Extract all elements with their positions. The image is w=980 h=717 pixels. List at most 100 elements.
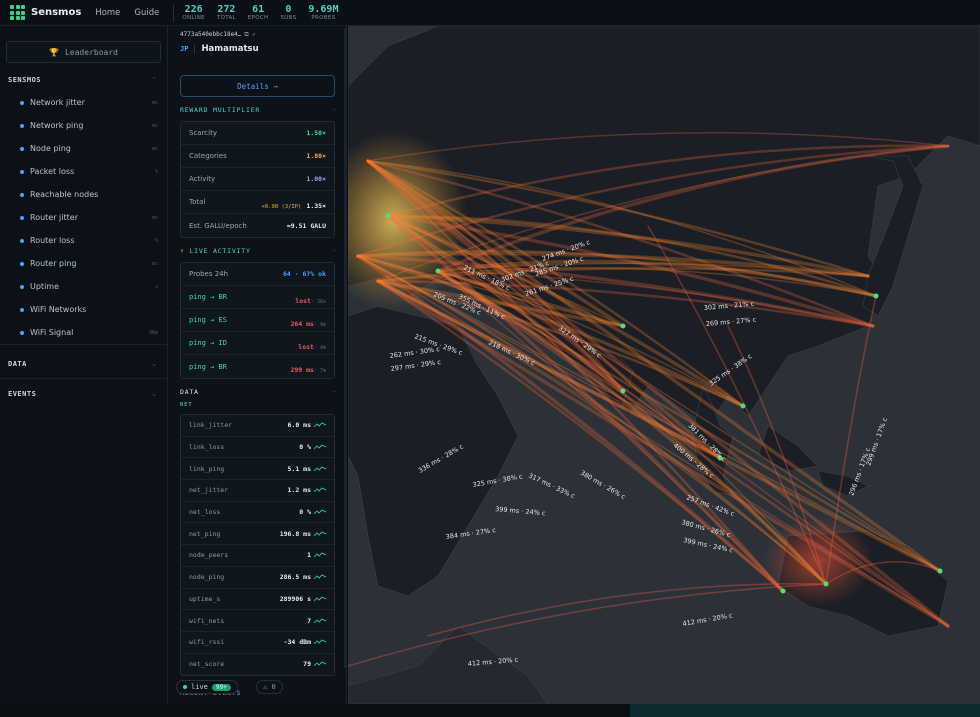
- sidebar-item-network-jitter[interactable]: Network jitter ms: [0, 91, 168, 114]
- sparkline-icon: [314, 661, 326, 667]
- leaderboard-button[interactable]: 🏆 Leaderboard: [6, 41, 161, 63]
- data-row-net-ping[interactable]: net_ping 196.8 ms: [181, 523, 334, 546]
- node-marker[interactable]: [620, 323, 626, 329]
- data-row-net-score[interactable]: net_score 79: [181, 654, 334, 676]
- data-row-node-peers[interactable]: node_peers 1: [181, 545, 334, 567]
- ping-row[interactable]: ping → BR 299 ms· 7m: [181, 355, 334, 378]
- data-row-uptime-s[interactable]: uptime_s 289906 s: [181, 589, 334, 611]
- data-row-link-jitter[interactable]: link_jitter 6.0 ms: [181, 415, 334, 437]
- data-row-net-loss[interactable]: net_loss 0 %: [181, 502, 334, 524]
- node-marker[interactable]: [435, 268, 441, 274]
- sparkline-icon: [314, 466, 326, 472]
- node-marker[interactable]: [740, 403, 746, 409]
- arc-latency-label: 399 ms · 24% c: [683, 536, 734, 554]
- copy-icon[interactable]: ⧉: [244, 31, 248, 38]
- reward-card: Scarcity 1.50× Categories 1.80× Activity 1.…: [180, 121, 335, 238]
- sidebar-item-router-ping[interactable]: Router ping ms: [0, 252, 168, 275]
- reward-row-estimate: Est. GALU/epoch ≈9.51 GALU: [189, 221, 326, 230]
- section-sensmos[interactable]: SENSMOS: [8, 76, 41, 84]
- node-marker[interactable]: [823, 581, 829, 587]
- land-masses: [348, 26, 980, 704]
- collapse-icon[interactable]: –: [333, 106, 336, 113]
- section-events[interactable]: EVENTS: [8, 390, 36, 398]
- nav-divider: [173, 3, 175, 22]
- stat-epoch: 61 EPOCH: [247, 3, 269, 21]
- metric-list: Network jitter ms Network ping ms Node pin…: [0, 91, 168, 344]
- ping-row[interactable]: ping → BR lost· 36s: [181, 286, 334, 309]
- collapse-icon[interactable]: –: [333, 388, 336, 395]
- node-marker[interactable]: [385, 213, 391, 219]
- chevron-down-icon[interactable]: ⌄: [151, 390, 157, 398]
- data-row-link-ping[interactable]: link_ping 5.1 ms: [181, 458, 334, 481]
- ping-row[interactable]: ping → ID lost· 4m: [181, 332, 334, 355]
- arc-latency-label: 380 ms · 26% c: [579, 469, 627, 501]
- sidebar-item-router-loss[interactable]: Router loss%: [0, 229, 168, 252]
- sparkline-icon: [314, 596, 326, 602]
- sparkline-icon: [314, 552, 326, 558]
- app-name: Sensmos: [31, 7, 82, 18]
- chevron-down-icon[interactable]: ⌄: [151, 360, 157, 368]
- nav-guide[interactable]: Guide: [134, 8, 159, 18]
- details-button[interactable]: Details →: [180, 75, 335, 97]
- reward-row-categories: Categories 1.80×: [181, 145, 334, 168]
- ping-row[interactable]: ping → ES 264 ms· 4m: [181, 309, 334, 332]
- sidebar-item-network-ping[interactable]: Network ping ms: [0, 114, 168, 137]
- dot-icon: [20, 330, 24, 335]
- nav-home[interactable]: Home: [95, 8, 120, 18]
- world-map[interactable]: 274 ms · 20% c 285 ms · 20% c 302 ms · 21%…: [348, 26, 980, 704]
- data-row-link-loss[interactable]: link_loss 0 %: [181, 437, 334, 459]
- data-card: link_jitter 6.0 ms link_loss 0 % link_ping 5.…: [180, 414, 335, 677]
- warning-icon: ⚠: [263, 683, 268, 691]
- sparkline-icon: [314, 618, 326, 623]
- sidebar-item-router-jitter[interactable]: Router jitter ms: [0, 206, 168, 229]
- dot-icon: [20, 146, 24, 151]
- arc-latency-label: 317 ms · 33% c: [527, 472, 577, 501]
- sidebar-item-reachable-nodes[interactable]: Reachable nodes: [0, 183, 168, 206]
- probes-row: Probes 24h 64 · 67% ok: [181, 263, 334, 286]
- net-subheading: NET: [180, 402, 193, 408]
- dot-icon: [20, 123, 24, 128]
- sidebar-item-uptime[interactable]: Uptime s: [0, 275, 168, 298]
- chevron-up-icon[interactable]: ⌃: [151, 76, 157, 84]
- dot-icon: [20, 284, 24, 289]
- data-row-wifi-rssi[interactable]: wifi_rssi -34 dBm: [181, 632, 334, 654]
- data-row-node-ping[interactable]: node_ping 286.5 ms: [181, 567, 334, 589]
- stat-online: 226 ONLINE: [182, 3, 205, 21]
- node-marker[interactable]: [620, 388, 626, 394]
- logo[interactable]: Sensmos: [10, 5, 81, 20]
- dot-icon: [20, 261, 24, 266]
- map-canvas[interactable]: 274 ms · 20% c285 ms · 20% c302 ms · 21%…: [348, 26, 980, 704]
- bottom-strip-accent: [630, 704, 980, 717]
- sparkline-icon: [314, 444, 326, 450]
- stat-subs: 0 SUBS: [280, 3, 297, 21]
- sidebar-item-node-ping[interactable]: Node ping ms: [0, 137, 168, 160]
- leaderboard-label: Leaderboard: [64, 47, 118, 57]
- dot-icon: [20, 238, 24, 243]
- data-row-wifi-nets[interactable]: wifi_nets 7: [181, 610, 334, 632]
- node-marker[interactable]: [780, 588, 786, 594]
- panel-scrollbar[interactable]: [344, 28, 346, 668]
- city-name: Hamamatsu: [201, 44, 259, 54]
- sidebar-item-wifi-networks[interactable]: WiFi Networks: [0, 298, 168, 321]
- sparkline-icon: [314, 574, 326, 580]
- sidebar-item-packet-loss[interactable]: Packet loss%: [0, 160, 168, 183]
- data-row-net-jitter[interactable]: net_jitter 1.2 ms: [181, 480, 334, 502]
- arc-latency-label: 412 ms · 20% c: [682, 611, 734, 628]
- reward-row-total: Total ×0.90 (3/IP) 1.35×: [181, 191, 334, 214]
- section-data[interactable]: DATA: [8, 360, 27, 368]
- collapse-icon[interactable]: –: [333, 247, 336, 254]
- live-dot-icon: [183, 685, 187, 689]
- sidebar-item-wifi-signal[interactable]: WiFi Signal dBm: [0, 321, 168, 344]
- node-marker[interactable]: [873, 293, 879, 299]
- sparkline-icon: [314, 509, 326, 515]
- reward-row-scarcity: Scarcity 1.50×: [181, 122, 334, 145]
- node-detail-panel: 4773a540ebbc18e4… ⧉ ↗ JP Hamamatsu Details…: [168, 26, 347, 704]
- data-heading: DATA: [180, 388, 199, 396]
- external-link-icon[interactable]: ↗: [252, 31, 256, 38]
- warnings-button[interactable]: ⚠ 0: [256, 680, 283, 694]
- node-marker[interactable]: [937, 568, 943, 574]
- live-toggle[interactable]: live 99+: [176, 680, 238, 694]
- sparkline-icon: [314, 531, 326, 537]
- activity-heading: ⚡ LIVE ACTIVITY: [180, 247, 251, 255]
- dot-icon: [20, 192, 24, 197]
